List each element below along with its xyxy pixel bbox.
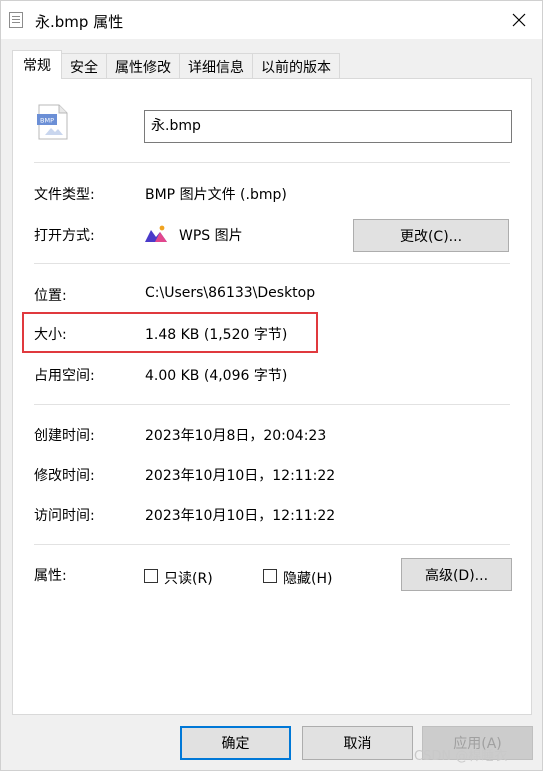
file-type-value: BMP 图片文件 (.bmp)	[145, 187, 287, 203]
close-icon	[512, 13, 526, 27]
size-value: 1.48 KB (1,520 字节)	[145, 327, 288, 343]
hidden-checkbox[interactable]	[263, 569, 277, 583]
change-button[interactable]: 更改(C)...	[353, 219, 509, 252]
ok-button[interactable]: 确定	[180, 726, 291, 760]
separator	[34, 544, 510, 545]
size-label: 大小:	[34, 327, 67, 343]
bmp-file-icon: BMP	[37, 104, 68, 140]
svg-text:BMP: BMP	[40, 117, 54, 125]
document-icon	[9, 12, 23, 28]
wps-picture-icon	[145, 225, 167, 242]
tab-security[interactable]: 安全	[61, 53, 107, 79]
created-value: 2023年10月8日，20:04:23	[145, 428, 327, 444]
separator	[34, 263, 510, 264]
modified-value: 2023年10月10日，12:11:22	[145, 468, 336, 484]
cancel-button[interactable]: 取消	[302, 726, 413, 760]
tab-general[interactable]: 常规	[12, 50, 62, 79]
open-with-label: 打开方式:	[34, 228, 95, 244]
hidden-label[interactable]: 隐藏(H)	[283, 568, 332, 588]
close-button[interactable]	[496, 1, 542, 39]
created-label: 创建时间:	[34, 428, 95, 444]
title-bar: 永.bmp 属性	[1, 1, 542, 39]
modified-label: 修改时间:	[34, 468, 95, 484]
size-on-disk-label: 占用空间:	[34, 368, 95, 384]
tab-previous-versions[interactable]: 以前的版本	[252, 53, 340, 79]
accessed-value: 2023年10月10日，12:11:22	[145, 508, 336, 524]
readonly-checkbox[interactable]	[144, 569, 158, 583]
file-type-label: 文件类型:	[34, 187, 95, 203]
tab-attribute-modify[interactable]: 属性修改	[106, 53, 180, 79]
tab-strip: 常规 安全 属性修改 详细信息 以前的版本	[12, 50, 340, 79]
open-with-value: WPS 图片	[179, 228, 243, 244]
watermark-text: CSDN @棉睡衣	[414, 749, 508, 764]
properties-window: 永.bmp 属性 常规 安全 属性修改 详细信息 以前的版本 BMP 文件类型:…	[0, 0, 543, 771]
window-title: 永.bmp 属性	[35, 13, 124, 31]
separator	[34, 162, 510, 163]
file-name-input[interactable]	[144, 110, 512, 143]
tab-details[interactable]: 详细信息	[179, 53, 253, 79]
separator	[34, 404, 510, 405]
general-panel: BMP 文件类型: BMP 图片文件 (.bmp) 打开方式: WPS 图片 更…	[12, 78, 532, 715]
location-label: 位置:	[34, 288, 67, 304]
readonly-label[interactable]: 只读(R)	[164, 568, 213, 588]
size-on-disk-value: 4.00 KB (4,096 字节)	[145, 368, 288, 384]
attributes-label: 属性:	[34, 568, 67, 584]
location-value: C:\Users\86133\Desktop	[145, 285, 316, 301]
accessed-label: 访问时间:	[34, 508, 95, 524]
advanced-button[interactable]: 高级(D)...	[401, 558, 512, 591]
